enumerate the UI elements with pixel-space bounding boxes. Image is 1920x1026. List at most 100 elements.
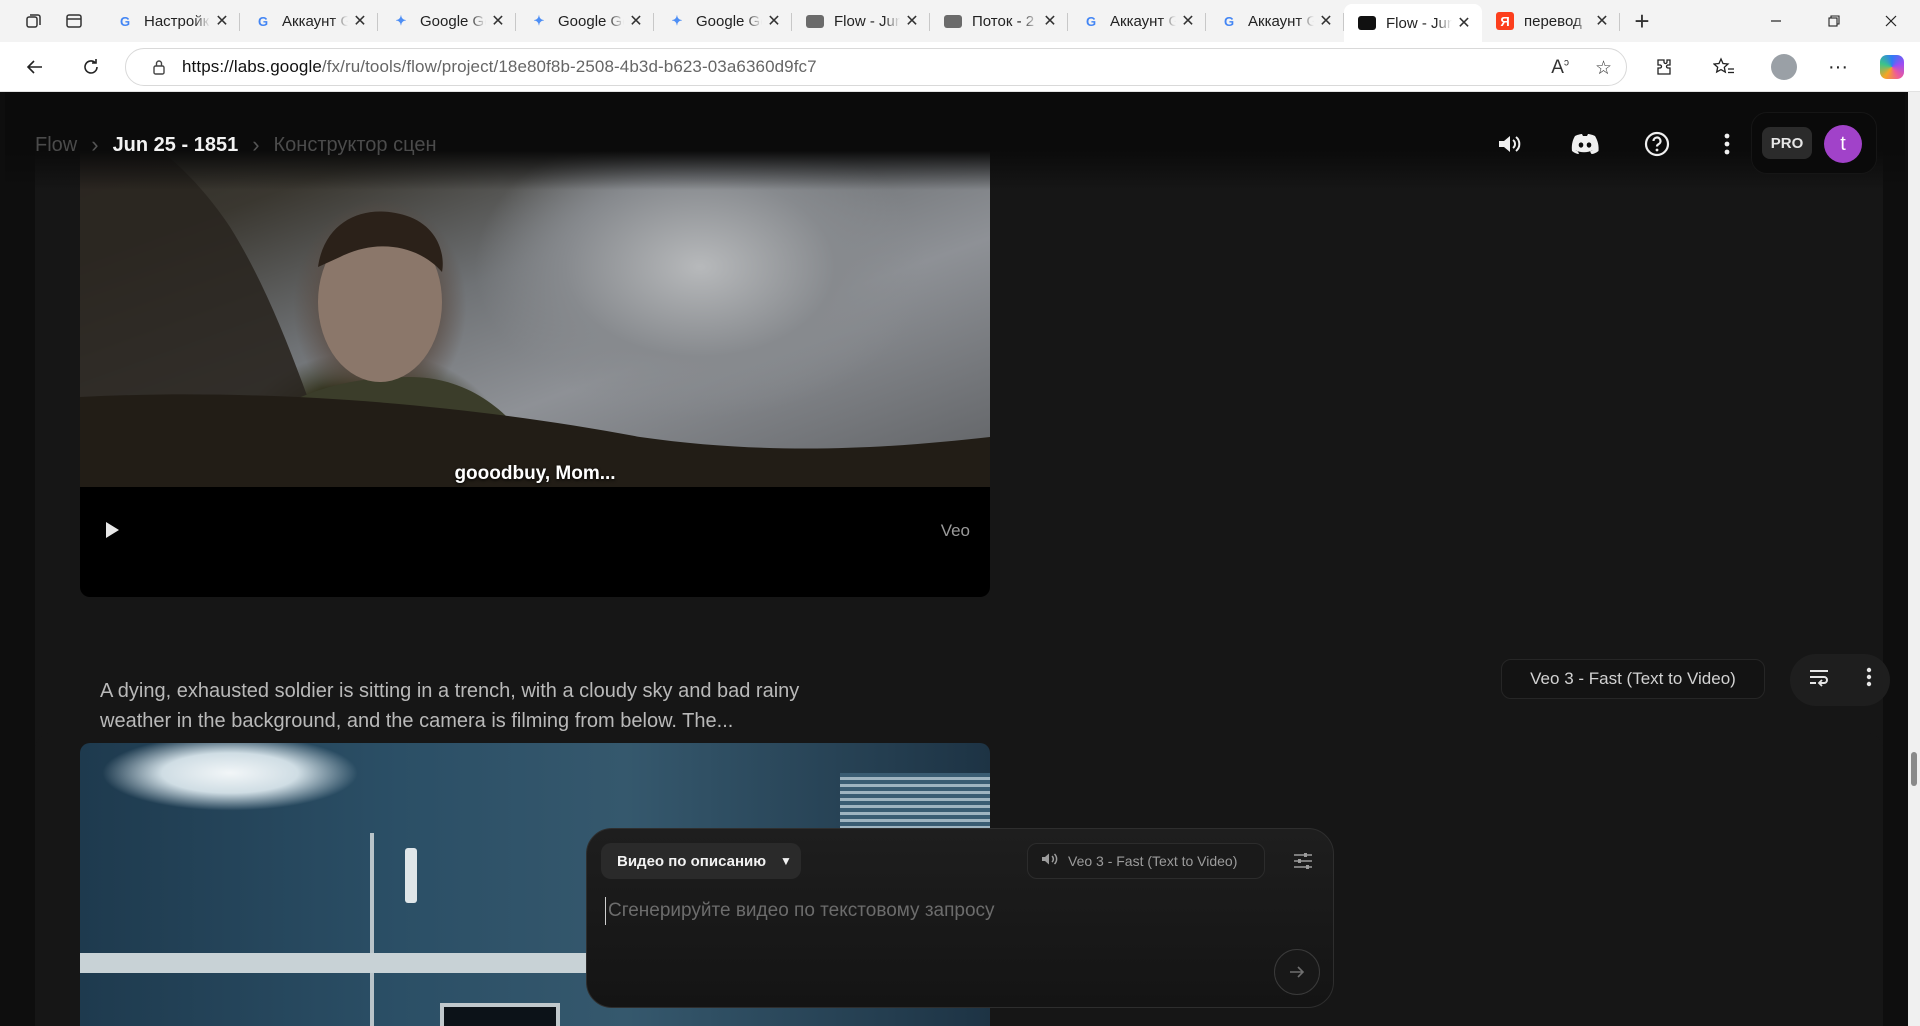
wall-panel: [80, 953, 640, 973]
new-tab-button[interactable]: +: [1620, 3, 1664, 39]
url-text[interactable]: https://labs.google/fx/ru/tools/flow/pro…: [182, 57, 817, 77]
medical-monitor: [440, 1003, 560, 1026]
chevron-right-icon: ›: [91, 132, 99, 157]
browser-toolbar: https://labs.google/fx/ru/tools/flow/pro…: [0, 42, 1920, 92]
back-button[interactable]: [13, 47, 57, 87]
breadcrumb-page: Конструктор сцен: [273, 133, 437, 156]
restore-button[interactable]: [1805, 0, 1863, 42]
close-window-button[interactable]: [1862, 0, 1920, 42]
browser-tab[interactable]: ✦ Google Ge ✕: [516, 4, 654, 38]
iv-pole: [370, 833, 374, 1026]
mode-label: Видео по описанию: [617, 852, 767, 870]
folder-icon: [806, 14, 824, 28]
workspaces-icon[interactable]: [14, 3, 54, 39]
close-icon[interactable]: ✕: [1456, 13, 1472, 33]
video-subtitle: gooodbuy, Mom...: [454, 463, 616, 484]
page-scrollbar[interactable]: [1908, 92, 1920, 1026]
browser-tab[interactable]: G Аккаунт G ✕: [240, 4, 378, 38]
scrollbar-thumb[interactable]: [1911, 752, 1917, 786]
google-g-icon: G: [1223, 13, 1235, 29]
send-arrow-icon[interactable]: [1274, 949, 1320, 995]
iv-bag: [405, 848, 417, 903]
close-icon[interactable]: ✕: [214, 11, 230, 31]
clip-card: gooodbuy, Mom... Veo A dying, exhausted …: [35, 92, 1890, 792]
caret-down-icon: ▼: [780, 854, 792, 868]
clip-actions: [1790, 654, 1890, 706]
close-icon[interactable]: ✕: [904, 11, 920, 31]
lock-icon[interactable]: [150, 58, 168, 76]
veo-watermark: Veo: [940, 521, 970, 540]
tab-label: Поток - 2: [972, 12, 1035, 30]
tab-label: Google Ge: [696, 12, 762, 30]
address-bar[interactable]: https://labs.google/fx/ru/tools/flow/pro…: [125, 48, 1627, 86]
breadcrumb-project[interactable]: Jun 25 - 1851: [113, 134, 239, 157]
browser-tab-active[interactable]: Flow - Jun ✕: [1344, 4, 1482, 42]
browser-tab[interactable]: Поток - 2 ✕: [930, 4, 1068, 38]
url-host: https://labs.google: [182, 57, 322, 76]
browser-tab-strip: G Настройк ✕ G Аккаунт G ✕ ✦ Google Ge ✕…: [0, 0, 1920, 42]
chevron-right-icon: ›: [252, 132, 260, 157]
mode-dropdown[interactable]: Видео по описанию ▼: [601, 843, 801, 879]
close-icon[interactable]: ✕: [1180, 11, 1196, 31]
gemini-star-icon: ✦: [671, 13, 683, 28]
favorites-icon[interactable]: [1702, 42, 1746, 92]
prompt-composer: Видео по описанию ▼ Veo 3 - Fast (Text t…: [586, 828, 1334, 1008]
clip-model-chip[interactable]: Veo 3 - Fast (Text to Video): [1501, 659, 1765, 699]
yandex-icon: Я: [1496, 12, 1514, 30]
volume-icon: [1040, 851, 1058, 872]
browser-tab[interactable]: ✦ Google Ge ✕: [654, 4, 792, 38]
browser-tab[interactable]: ✦ Google Ge ✕: [378, 4, 516, 38]
clip-prompt-text[interactable]: A dying, exhausted soldier is sitting in…: [100, 676, 840, 736]
tab-label: Google Ge: [558, 12, 624, 30]
close-icon[interactable]: ✕: [490, 11, 506, 31]
read-aloud-icon[interactable]: Aↄ: [1551, 57, 1569, 79]
reload-button[interactable]: [69, 47, 113, 87]
browser-tab[interactable]: G Настройк ✕: [102, 4, 240, 38]
more-vertical-icon[interactable]: [1866, 667, 1872, 693]
flow-icon: [1358, 16, 1376, 30]
close-icon[interactable]: ✕: [1318, 11, 1334, 31]
close-icon[interactable]: ✕: [352, 11, 368, 31]
close-icon[interactable]: ✕: [1042, 11, 1058, 31]
tab-label: Аккаунт G: [1110, 12, 1176, 30]
settings-sliders-icon[interactable]: [1287, 845, 1319, 877]
model-selector[interactable]: Veo 3 - Fast (Text to Video): [1027, 843, 1265, 879]
help-icon[interactable]: [1639, 126, 1675, 162]
minimize-button[interactable]: [1747, 0, 1805, 42]
browser-tab[interactable]: Flow - Jun ✕: [792, 4, 930, 38]
profile-avatar[interactable]: [1762, 42, 1806, 92]
close-icon[interactable]: ✕: [1594, 11, 1610, 31]
header-actions: [1491, 126, 1745, 162]
gemini-star-icon: ✦: [533, 13, 545, 28]
more-menu-icon[interactable]: ···: [1816, 42, 1860, 92]
prompt-input[interactable]: [605, 897, 1305, 925]
user-avatar[interactable]: t: [1824, 125, 1862, 163]
more-vertical-icon[interactable]: [1709, 126, 1745, 162]
url-path: /fx/ru/tools/flow/project/18e80f8b-2508-…: [321, 57, 817, 76]
google-g-icon: G: [257, 13, 269, 29]
tab-actions-icon[interactable]: [54, 3, 94, 39]
browser-tab[interactable]: G Аккаунт G ✕: [1206, 4, 1344, 38]
favorite-star-icon[interactable]: ☆: [1595, 57, 1612, 80]
copilot-logo: [1880, 55, 1904, 79]
close-icon[interactable]: ✕: [628, 11, 644, 31]
breadcrumb: Flow › Jun 25 - 1851 › Конструктор сцен: [35, 132, 437, 158]
tab-label: перевод: [1524, 12, 1582, 30]
wrap-text-icon[interactable]: [1808, 667, 1830, 693]
browser-tab[interactable]: G Аккаунт G ✕: [1068, 4, 1206, 38]
page-viewport: gooodbuy, Mom... Veo A dying, exhausted …: [0, 92, 1920, 1026]
google-g-icon: G: [119, 13, 131, 29]
tab-label: Flow - Jun: [1386, 14, 1452, 32]
browser-tab[interactable]: Я перевод ✕: [1482, 4, 1620, 38]
play-button[interactable]: [102, 519, 126, 543]
tab-label: Flow - Jun: [834, 12, 900, 30]
extensions-icon[interactable]: [1642, 42, 1686, 92]
copilot-icon[interactable]: [1870, 42, 1914, 92]
volume-icon[interactable]: [1491, 126, 1527, 162]
account-box: PRO t: [1751, 112, 1877, 174]
breadcrumb-app[interactable]: Flow: [35, 134, 77, 157]
close-icon[interactable]: ✕: [766, 11, 782, 31]
discord-icon[interactable]: [1567, 126, 1603, 162]
tab-label: Аккаунт G: [1248, 12, 1314, 30]
pro-badge[interactable]: PRO: [1762, 127, 1812, 159]
